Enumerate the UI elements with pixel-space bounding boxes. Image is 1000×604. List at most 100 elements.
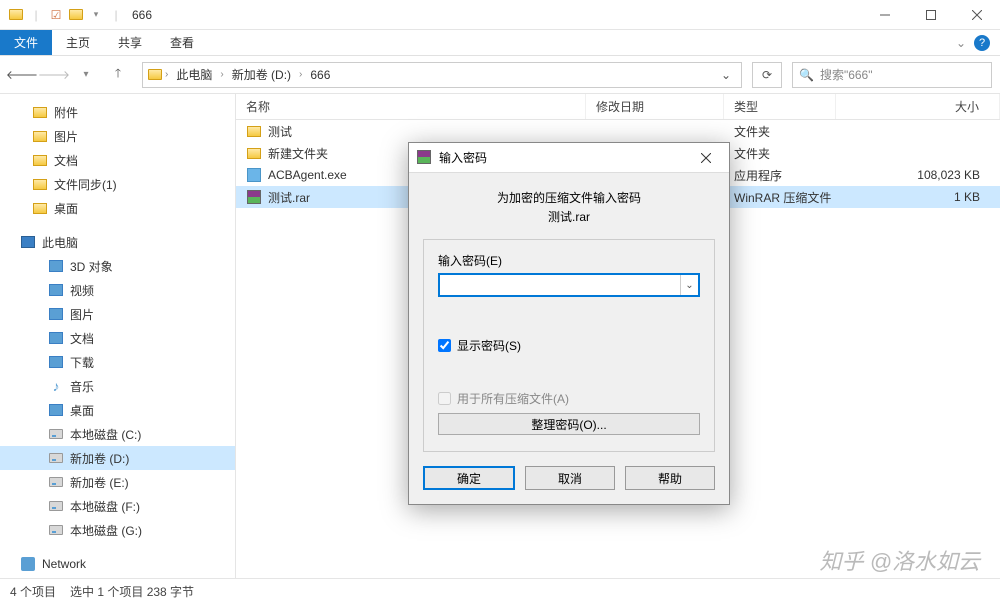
file-name-text: 测试.rar [268, 189, 310, 206]
column-headers: 名称 修改日期 类型 大小 [236, 94, 1000, 120]
tab-file[interactable]: 文件 [0, 30, 52, 55]
sidebar-item[interactable]: 文件同步(1) [0, 172, 235, 196]
password-label: 输入密码(E) [438, 252, 700, 269]
dialog-header: 为加密的压缩文件输入密码 [423, 183, 715, 208]
password-input-wrap: ⌄ [438, 273, 700, 297]
sidebar-this-pc[interactable]: 此电脑 [0, 230, 235, 254]
search-placeholder: 搜索"666" [820, 66, 873, 83]
status-bar: 4 个项目 选中 1 个项目 238 字节 [0, 578, 1000, 604]
search-input[interactable]: 🔍 搜索"666" [792, 62, 992, 88]
sidebar-item[interactable]: 3D 对象 [0, 254, 235, 278]
sidebar-item[interactable]: 新加卷 (D:) [0, 446, 235, 470]
breadcrumb-drive[interactable]: 新加卷 (D:) [226, 66, 297, 83]
dialog-filename: 测试.rar [423, 208, 715, 239]
item-count: 4 个项目 [10, 583, 56, 600]
folder-icon [8, 7, 24, 23]
show-password-input[interactable] [438, 339, 451, 352]
recent-dropdown[interactable]: ▾ [72, 61, 100, 89]
search-icon: 🔍 [799, 68, 814, 82]
nav-sidebar[interactable]: 附件 图片 文档 文件同步(1) 桌面 此电脑 3D 对象 视频 图片 文档 下… [0, 94, 236, 578]
breadcrumb-pc[interactable]: 此电脑 [170, 66, 218, 83]
sidebar-item[interactable]: 桌面 [0, 196, 235, 220]
sidebar-item[interactable]: 本地磁盘 (G:) [0, 518, 235, 542]
help-button[interactable]: 帮助 [625, 466, 715, 490]
selection-info: 选中 1 个项目 238 字节 [70, 583, 194, 600]
file-icon [246, 189, 262, 205]
sidebar-item[interactable]: ♪音乐 [0, 374, 235, 398]
column-size[interactable]: 大小 [836, 94, 1000, 119]
file-name-text: 测试 [268, 123, 292, 140]
file-row[interactable]: 测试 文件夹 [236, 120, 1000, 142]
all-files-input [438, 392, 451, 405]
password-dialog: 输入密码 为加密的压缩文件输入密码 测试.rar 输入密码(E) ⌄ 显示密码(… [408, 142, 730, 505]
dialog-titlebar[interactable]: 输入密码 [409, 143, 729, 173]
breadcrumb-folder[interactable]: 666 [304, 68, 336, 82]
show-password-checkbox[interactable]: 显示密码(S) [438, 337, 700, 354]
forward-button[interactable]: 🡒 [40, 61, 68, 89]
sidebar-item[interactable]: 桌面 [0, 398, 235, 422]
sidebar-item[interactable]: 文档 [0, 326, 235, 350]
column-date[interactable]: 修改日期 [586, 94, 724, 119]
check-icon[interactable]: ☑ [48, 7, 64, 23]
file-size: 1 KB [836, 190, 1000, 204]
titlebar-qat: | ☑ ▾ | [0, 7, 124, 23]
dialog-close-button[interactable] [691, 146, 721, 170]
maximize-button[interactable] [908, 0, 954, 30]
file-size: 108,023 KB [836, 168, 1000, 182]
tab-share[interactable]: 共享 [104, 30, 156, 55]
help-icon[interactable]: ? [974, 35, 990, 51]
file-name-text: ACBAgent.exe [268, 168, 347, 182]
file-type: 文件夹 [724, 123, 836, 140]
minimize-button[interactable] [862, 0, 908, 30]
sidebar-item[interactable]: 本地磁盘 (C:) [0, 422, 235, 446]
qat-dropdown-icon[interactable]: ▾ [88, 7, 104, 23]
window-controls [862, 0, 1000, 30]
file-icon [246, 145, 262, 161]
sidebar-network[interactable]: Network [0, 552, 235, 576]
chevron-right-icon[interactable]: › [297, 69, 304, 80]
nav-toolbar: 🡐 🡒 ▾ 🡑 › 此电脑 › 新加卷 (D:) › 666 ⌄ ⟳ 🔍 搜索"… [0, 56, 1000, 94]
file-icon [246, 167, 262, 183]
up-button[interactable]: 🡑 [104, 61, 132, 89]
sidebar-item[interactable]: 文档 [0, 148, 235, 172]
back-button[interactable]: 🡐 [8, 61, 36, 89]
refresh-button[interactable]: ⟳ [752, 62, 782, 88]
file-type: 文件夹 [724, 145, 836, 162]
divider-icon: | [28, 7, 44, 23]
address-dropdown-icon[interactable]: ⌄ [715, 68, 737, 82]
tab-home[interactable]: 主页 [52, 30, 104, 55]
chevron-right-icon[interactable]: › [218, 69, 225, 80]
sidebar-item[interactable]: 图片 [0, 124, 235, 148]
divider-icon: | [108, 7, 124, 23]
music-icon: ♪ [48, 378, 64, 394]
folder-icon [147, 67, 163, 83]
password-dropdown-icon[interactable]: ⌄ [680, 275, 698, 295]
ribbon-collapse-icon[interactable]: ⌄ [956, 36, 966, 50]
column-type[interactable]: 类型 [724, 94, 836, 119]
address-bar[interactable]: › 此电脑 › 新加卷 (D:) › 666 ⌄ [142, 62, 742, 88]
sidebar-item[interactable]: 视频 [0, 278, 235, 302]
tab-view[interactable]: 查看 [156, 30, 208, 55]
all-files-checkbox: 用于所有压缩文件(A) [438, 390, 700, 407]
sidebar-item[interactable]: 本地磁盘 (F:) [0, 494, 235, 518]
sidebar-item[interactable]: 新加卷 (E:) [0, 470, 235, 494]
dialog-group: 输入密码(E) ⌄ 显示密码(S) 用于所有压缩文件(A) 整理密码(O)... [423, 239, 715, 452]
file-type: 应用程序 [724, 167, 836, 184]
window-title: 666 [132, 8, 152, 22]
rar-icon [417, 150, 433, 166]
cancel-button[interactable]: 取消 [525, 466, 615, 490]
file-type: WinRAR 压缩文件 [724, 189, 836, 206]
file-icon [246, 123, 262, 139]
window-titlebar: | ☑ ▾ | 666 [0, 0, 1000, 30]
dialog-title: 输入密码 [439, 149, 487, 166]
chevron-right-icon[interactable]: › [163, 69, 170, 80]
organize-passwords-button[interactable]: 整理密码(O)... [438, 413, 700, 435]
sidebar-item[interactable]: 附件 [0, 100, 235, 124]
password-input[interactable] [440, 275, 680, 295]
folder-icon [68, 7, 84, 23]
ok-button[interactable]: 确定 [423, 466, 515, 490]
close-button[interactable] [954, 0, 1000, 30]
sidebar-item[interactable]: 下载 [0, 350, 235, 374]
column-name[interactable]: 名称 [236, 94, 586, 119]
sidebar-item[interactable]: 图片 [0, 302, 235, 326]
